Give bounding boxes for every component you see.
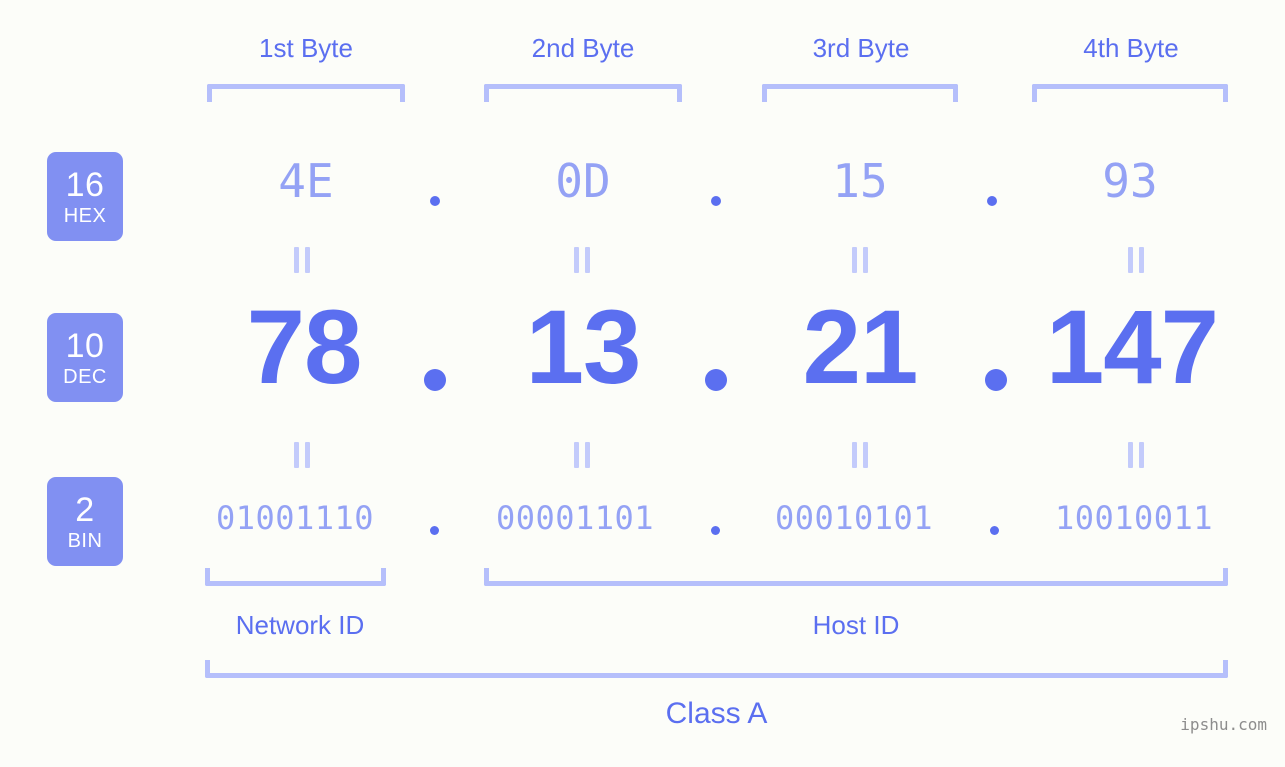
class-bracket bbox=[205, 660, 1228, 678]
byte-header-2: 2nd Byte bbox=[531, 33, 635, 63]
equality-mark-hex-dec-2 bbox=[574, 247, 590, 273]
bin-separator-2 bbox=[711, 526, 720, 535]
host-id-bracket bbox=[484, 568, 1228, 586]
ip-address-breakdown-diagram: 1st Byte 2nd Byte 3rd Byte 4th Byte 16 H… bbox=[0, 0, 1285, 767]
radix-badge-dec: 10 DEC bbox=[47, 313, 123, 402]
equality-mark-hex-dec-1 bbox=[294, 247, 310, 273]
hex-separator-3 bbox=[987, 196, 997, 206]
bin-byte-1: 01001110 bbox=[215, 499, 375, 537]
network-id-bracket bbox=[205, 568, 386, 586]
hex-separator-2 bbox=[711, 196, 721, 206]
equality-mark-dec-bin-3 bbox=[852, 442, 868, 468]
equality-mark-dec-bin-2 bbox=[574, 442, 590, 468]
radix-badge-dec-number: 10 bbox=[65, 326, 105, 365]
site-watermark: ipshu.com bbox=[1180, 715, 1267, 734]
bin-separator-1 bbox=[430, 526, 439, 535]
hex-separator-1 bbox=[430, 196, 440, 206]
radix-badge-dec-unit: DEC bbox=[63, 365, 107, 388]
byte-header-3: 3rd Byte bbox=[812, 33, 910, 63]
byte-bracket-3 bbox=[762, 84, 958, 102]
hex-byte-2: 0D bbox=[555, 154, 611, 208]
dec-separator-2 bbox=[705, 369, 727, 391]
dec-byte-1: 78 bbox=[246, 289, 363, 406]
dec-byte-3: 21 bbox=[802, 289, 919, 406]
radix-badge-bin-unit: BIN bbox=[67, 529, 103, 552]
equality-mark-dec-bin-1 bbox=[294, 442, 310, 468]
byte-header-1: 1st Byte bbox=[259, 33, 353, 63]
hex-byte-4: 93 bbox=[1102, 154, 1158, 208]
radix-badge-bin: 2 BIN bbox=[47, 477, 123, 566]
equality-mark-hex-dec-4 bbox=[1128, 247, 1144, 273]
byte-bracket-2 bbox=[484, 84, 682, 102]
byte-header-4: 4th Byte bbox=[1083, 33, 1179, 63]
byte-bracket-1 bbox=[207, 84, 405, 102]
bin-byte-3: 00010101 bbox=[774, 499, 934, 537]
dec-byte-2: 13 bbox=[525, 289, 642, 406]
radix-badge-bin-number: 2 bbox=[75, 490, 95, 529]
radix-badge-hex: 16 HEX bbox=[47, 152, 123, 241]
bin-byte-4: 10010011 bbox=[1054, 499, 1214, 537]
network-id-label: Network ID bbox=[235, 610, 365, 640]
radix-badge-hex-unit: HEX bbox=[63, 204, 107, 227]
dec-separator-3 bbox=[985, 369, 1007, 391]
byte-bracket-4 bbox=[1032, 84, 1228, 102]
radix-badge-hex-number: 16 bbox=[65, 165, 105, 204]
hex-byte-3: 15 bbox=[832, 154, 888, 208]
equality-mark-hex-dec-3 bbox=[852, 247, 868, 273]
bin-separator-3 bbox=[990, 526, 999, 535]
class-label: Class A bbox=[665, 697, 768, 730]
dec-separator-1 bbox=[424, 369, 446, 391]
bin-byte-2: 00001101 bbox=[495, 499, 655, 537]
dec-byte-4: 147 bbox=[1045, 289, 1219, 406]
equality-mark-dec-bin-4 bbox=[1128, 442, 1144, 468]
hex-byte-1: 4E bbox=[278, 154, 334, 208]
host-id-label: Host ID bbox=[812, 610, 900, 640]
